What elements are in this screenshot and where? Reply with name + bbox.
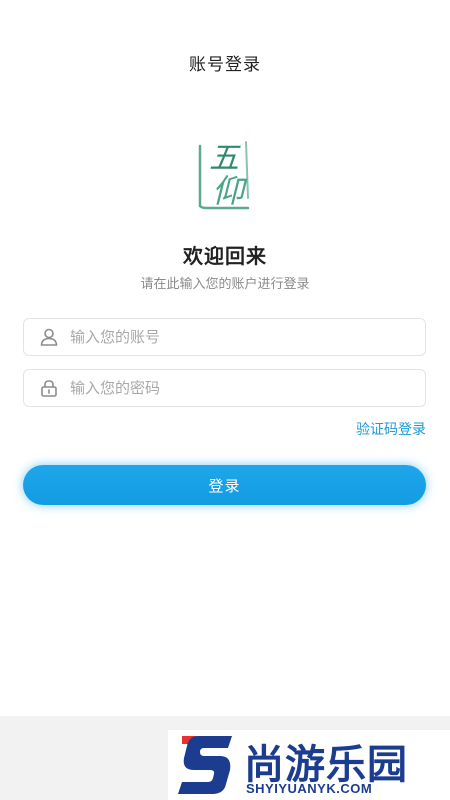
code-login-link[interactable]: 验证码登录 — [356, 419, 426, 439]
watermark-s-logo-icon — [178, 736, 232, 794]
welcome-title: 欢迎回来 — [183, 244, 267, 268]
user-icon — [38, 326, 60, 348]
logo-glyph-bottom: 仰 — [212, 172, 248, 210]
welcome-subtitle: 请在此输入您的账户进行登录 — [140, 277, 310, 292]
password-field[interactable] — [23, 369, 426, 407]
login-page: 账号登录 五 仰 欢迎回来 请在此输入您的账户进行登录 输入您的账号 验证码登录… — [0, 0, 450, 800]
account-input[interactable] — [70, 320, 410, 354]
app-logo-image: 五 仰 — [198, 141, 250, 210]
account-field[interactable] — [23, 318, 426, 356]
password-input[interactable] — [70, 371, 410, 405]
app-logo: 五 仰 — [190, 128, 260, 218]
login-button[interactable]: 登录 — [23, 465, 426, 505]
page-title: 账号登录 — [189, 55, 261, 75]
watermark: 尚游乐园 SHYIYUANYK.COM — [168, 730, 450, 800]
logo-glyph-top: 五 — [209, 141, 241, 176]
watermark-domain: SHYIYUANYK.COM — [246, 781, 373, 796]
lock-icon — [38, 377, 60, 399]
